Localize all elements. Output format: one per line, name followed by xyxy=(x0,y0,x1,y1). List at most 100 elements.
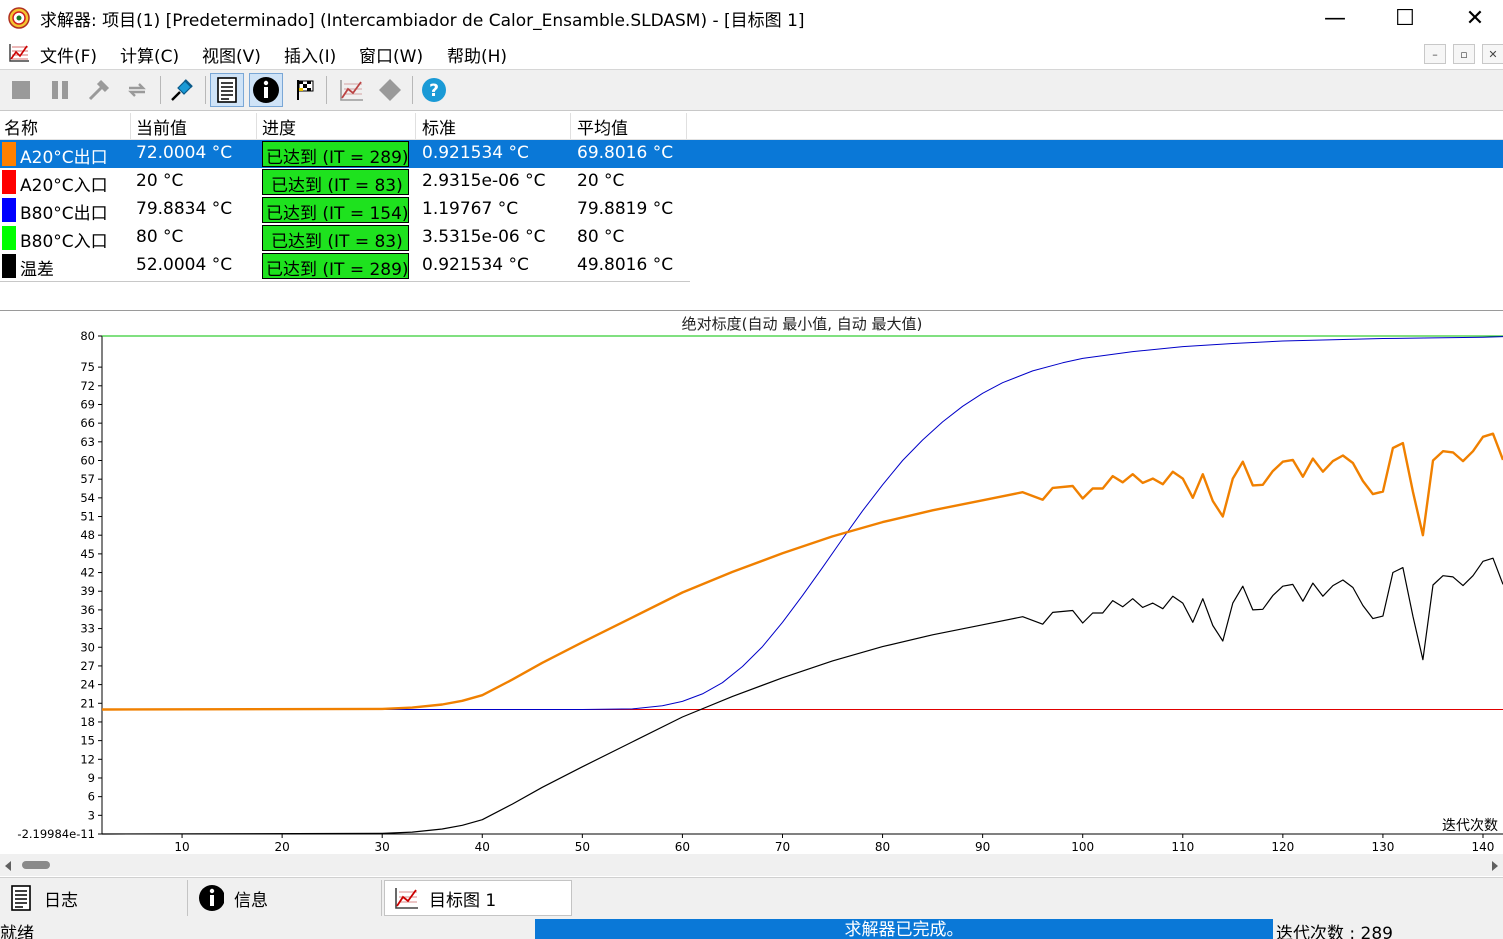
mdi-close-button[interactable]: ✕ xyxy=(1482,44,1503,64)
insert-button[interactable] xyxy=(82,73,116,107)
y-tick-label: 72 xyxy=(80,379,95,393)
column-header-criterion[interactable]: 标准 xyxy=(422,114,456,139)
x-tick-label: 60 xyxy=(675,840,690,854)
goal-current-value: 20 °C xyxy=(136,171,184,191)
goal-row[interactable]: B80°C入口 80 °C 已达到 (IT = 83) 3.5315e-06 °… xyxy=(0,224,1503,252)
goal-progress: 已达到 (IT = 289) xyxy=(262,253,409,280)
x-tick-label: 100 xyxy=(1071,840,1094,854)
menu-calculation[interactable]: 计算(C) xyxy=(120,42,179,67)
stop-button[interactable] xyxy=(4,73,38,107)
y-tick-label: 36 xyxy=(80,603,95,617)
y-tick-label: 75 xyxy=(80,360,95,374)
goal-criterion: 2.9315e-06 °C xyxy=(422,171,546,191)
column-separator[interactable] xyxy=(256,113,257,139)
y-tick-label: 18 xyxy=(80,715,95,729)
goal-name: 温差 xyxy=(20,260,54,280)
scroll-right-icon[interactable] xyxy=(1490,860,1500,872)
goal-plot-pane: 绝对标度(自动 最小值, 自动 最大值) -2.19984e-11 3 6 9 12 15 1… xyxy=(0,310,1503,854)
help-button[interactable]: ? xyxy=(417,73,451,107)
goal-row[interactable]: B80°C出口 79.8834 °C 已达到 (IT = 154) 1.1976… xyxy=(0,196,1503,224)
info-icon xyxy=(198,884,224,912)
pause-icon xyxy=(52,81,68,99)
menu-window[interactable]: 窗口(W) xyxy=(359,42,423,67)
goal-current-value: 79.8834 °C xyxy=(136,199,233,219)
column-header-progress[interactable]: 进度 xyxy=(262,114,296,139)
close-button[interactable]: ✕ xyxy=(1440,0,1503,36)
table-divider xyxy=(0,281,690,282)
scroll-left-icon[interactable] xyxy=(3,860,13,872)
column-header-average[interactable]: 平均值 xyxy=(577,114,628,139)
y-tick-label: 3 xyxy=(88,808,95,822)
insert-plot-icon xyxy=(340,80,363,101)
goal-row[interactable]: A20°C出口 72.0004 °C 已达到 (IT = 289) 0.9215… xyxy=(0,140,1503,168)
menu-file[interactable]: 文件(F) xyxy=(40,42,97,67)
toolbar-separator xyxy=(205,76,206,104)
x-tick-label: 10 xyxy=(174,840,189,854)
goal-criterion: 1.19767 °C xyxy=(422,199,519,219)
column-header-current[interactable]: 当前值 xyxy=(136,114,187,139)
horizontal-scrollbar[interactable] xyxy=(0,854,1503,876)
pause-button[interactable] xyxy=(43,73,77,107)
goals-flag-icon xyxy=(297,80,314,100)
y-tick-label: 48 xyxy=(80,528,95,542)
mdi-restore-button[interactable]: ▫ xyxy=(1453,44,1475,64)
y-tick-label: 60 xyxy=(80,454,95,468)
y-tick-label: 33 xyxy=(80,622,95,636)
tab-log[interactable]: 日志 xyxy=(0,880,188,916)
diamond-icon xyxy=(379,79,401,101)
column-separator[interactable] xyxy=(415,113,416,139)
y-tick-label: 51 xyxy=(80,510,95,524)
series-color-swatch xyxy=(2,198,16,222)
menu-view[interactable]: 视图(V) xyxy=(202,42,261,67)
log-icon xyxy=(217,77,237,103)
tab-info[interactable]: 信息 xyxy=(190,880,382,916)
column-separator[interactable] xyxy=(130,113,131,139)
mdi-minimize-button[interactable]: – xyxy=(1424,44,1446,64)
tab-info-label: 信息 xyxy=(234,890,268,911)
pin-button[interactable] xyxy=(165,73,199,107)
goal-current-value: 52.0004 °C xyxy=(136,255,233,275)
info-button[interactable] xyxy=(249,73,283,107)
x-tick-label: 30 xyxy=(375,840,390,854)
x-tick-label: 70 xyxy=(775,840,790,854)
y-tick-label: 54 xyxy=(80,491,95,505)
goal-plot-menu-icon[interactable] xyxy=(8,43,30,63)
y-tick-label: 39 xyxy=(80,584,95,598)
menu-insert[interactable]: 插入(I) xyxy=(284,42,336,67)
stop-icon xyxy=(12,81,30,99)
refresh-button[interactable] xyxy=(120,73,154,107)
tab-bar: 日志 信息 目标图 1 xyxy=(0,877,1503,917)
diamond-button[interactable] xyxy=(373,73,407,107)
maximize-button[interactable]: ☐ xyxy=(1370,0,1440,36)
x-tick-label: 110 xyxy=(1171,840,1194,854)
y-tick-label: 15 xyxy=(80,734,95,748)
x-tick-label: 90 xyxy=(975,840,990,854)
goal-criterion: 0.921534 °C xyxy=(422,255,529,275)
y-tick-label: 9 xyxy=(88,771,95,785)
title-bar: 求解器: 项目(1) [Predeterminado] (Intercambia… xyxy=(0,0,1503,36)
toolbar-separator xyxy=(160,76,161,104)
column-separator[interactable] xyxy=(686,113,687,139)
insert-plot-button[interactable] xyxy=(334,73,368,107)
help-icon: ? xyxy=(422,78,446,102)
goal-row[interactable]: 温差 52.0004 °C 已达到 (IT = 289) 0.921534 °C… xyxy=(0,252,1503,280)
tab-goal-plot[interactable]: 目标图 1 xyxy=(384,880,572,916)
column-header-name[interactable]: 名称 xyxy=(4,114,38,139)
log-button[interactable] xyxy=(210,73,244,107)
column-separator[interactable] xyxy=(570,113,571,139)
x-tick-label: 120 xyxy=(1271,840,1294,854)
maximize-icon: ☐ xyxy=(1395,5,1415,31)
y-tick-label: 80 xyxy=(80,329,95,343)
iteration-count: 迭代次数 : 289 xyxy=(1276,924,1393,939)
minimize-button[interactable]: — xyxy=(1300,0,1370,36)
goal-name: B80°C出口 xyxy=(20,204,108,224)
menu-help[interactable]: 帮助(H) xyxy=(447,42,507,67)
x-tick-label: 130 xyxy=(1371,840,1394,854)
y-tick-label: 30 xyxy=(80,640,95,654)
goal-row[interactable]: A20°C入口 20 °C 已达到 (IT = 83) 2.9315e-06 °… xyxy=(0,168,1503,196)
goal-name: A20°C入口 xyxy=(20,176,108,196)
scroll-thumb[interactable] xyxy=(22,861,50,869)
goal-average: 79.8819 °C xyxy=(577,199,674,219)
goals-button[interactable] xyxy=(288,73,322,107)
goal-average: 20 °C xyxy=(577,171,625,191)
